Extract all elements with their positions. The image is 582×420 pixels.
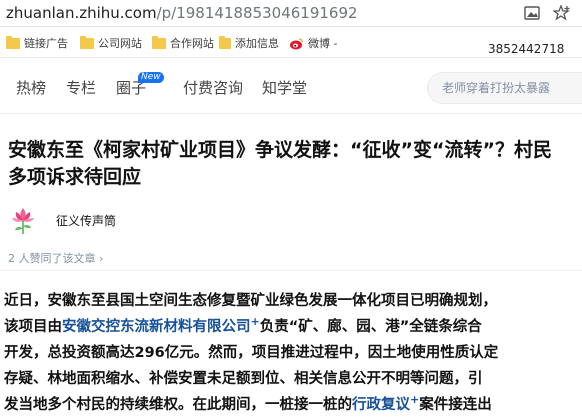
likes-count[interactable]: 2 人赞同了该文章 ›: [8, 250, 103, 266]
folder-icon: [152, 35, 166, 49]
folder-icon: [6, 35, 20, 49]
search-box[interactable]: [427, 72, 582, 104]
bookmark-item[interactable]: 微博 -: [289, 34, 349, 52]
text-span: 案件接连出: [419, 397, 492, 413]
weibo-icon: [289, 37, 304, 50]
bookmark-label: 链接广告: [24, 37, 68, 50]
paragraph-line: 开发，总投资额高达296亿元。然而，项目推进过程中，因土地使用性质认定: [4, 345, 499, 361]
address-bar[interactable]: zhuanlan.zhihu.com/p/1981418853046191692: [0, 0, 582, 27]
paragraph-line: 存疑、林地面积缩水、补偿安置未足额到位、相关信息公开不明等问题，引: [4, 371, 483, 387]
phone-number: 3852442718: [488, 42, 565, 56]
folder-icon: [80, 35, 94, 49]
search-input[interactable]: [442, 73, 582, 103]
site-nav: 热榜 专栏 圈子 New 付费咨询 知学堂: [0, 60, 582, 114]
avatar[interactable]: [6, 203, 40, 237]
text-span: 该项目由: [4, 319, 62, 335]
author-name[interactable]: 征义传声筒: [56, 212, 116, 229]
bookmark-label: 公司网站: [98, 37, 142, 50]
bookmark-item[interactable]: 链接广告: [6, 34, 68, 52]
paragraph-line: 该项目由安徽交控东流新材料有限公司+负责“矿、廊、园、港”全链条综合: [4, 314, 582, 340]
bookmark-item[interactable]: 添加信息: [219, 34, 279, 52]
folder-icon: [219, 35, 231, 49]
tab-zhixuetang[interactable]: 知学堂: [262, 77, 307, 98]
author-info[interactable]: 征义传声筒: [6, 203, 116, 237]
bookmark-label: 合作网站: [170, 37, 214, 50]
paragraph-line: 近日，安徽东至县国土空间生态修复暨矿业绿色发展一体化项目已明确规划，: [4, 293, 497, 309]
tab-column[interactable]: 专栏: [66, 77, 96, 98]
paragraph-line: 发当地多个村民的持续维权。在此期间，一桩接一桩的行政复议+案件接连出: [4, 392, 582, 418]
tab-hot[interactable]: 热榜: [16, 77, 46, 98]
bookmark-star-icon[interactable]: [553, 4, 571, 22]
url-text[interactable]: zhuanlan.zhihu.com/p/1981418853046191692: [6, 3, 358, 23]
bookmark-item[interactable]: 公司网站: [80, 34, 142, 52]
image-icon[interactable]: [523, 4, 541, 22]
link-plus-icon[interactable]: +: [251, 315, 260, 328]
url-path: /p/1981418853046191692: [156, 4, 358, 22]
article-body: 近日，安徽东至县国土空间生态修复暨矿业绿色发展一体化项目已明确规划， 该项目由安…: [4, 288, 582, 418]
divider: [0, 270, 582, 271]
link-plus-icon[interactable]: +: [410, 393, 419, 406]
bookmarks-bar: 链接广告 公司网站 合作网站 添加信息 微博 - 3852442718: [0, 28, 582, 58]
bookmark-label: 添加信息: [235, 37, 279, 50]
text-span: 发当地多个村民的持续维权。在此期间，一桩接一桩的: [4, 397, 352, 413]
article-title: 安徽东至《柯家村矿业项目》争议发酵：“征收”变“流转”？村民多项诉求待回应: [8, 139, 552, 188]
company-link[interactable]: 安徽交控东流新材料有限公司: [62, 319, 251, 335]
admin-review-link[interactable]: 行政复议: [352, 397, 410, 413]
bookmark-label: 微博 -: [308, 37, 338, 50]
tab-paid-consult[interactable]: 付费咨询: [183, 77, 243, 98]
url-domain: zhuanlan.zhihu.com: [6, 4, 157, 22]
new-badge: New: [138, 72, 164, 83]
text-span: 负责“矿、廊、园、港”全链条综合: [259, 319, 482, 335]
bookmark-item[interactable]: 合作网站: [152, 34, 214, 52]
